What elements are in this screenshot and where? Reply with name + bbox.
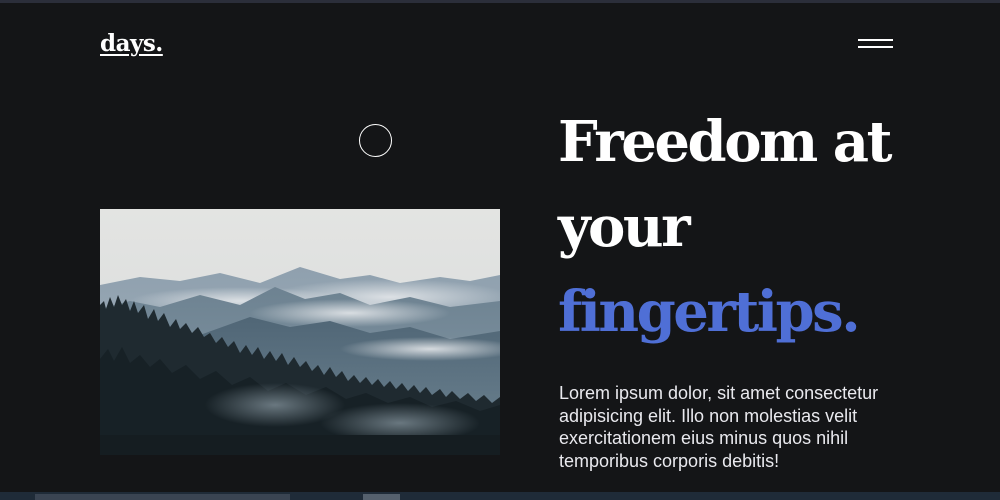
custom-cursor-circle [359, 124, 392, 157]
window-top-border [0, 0, 1000, 3]
headline-line-2: your [558, 194, 691, 260]
menu-bar-top [858, 39, 893, 41]
hero-description: Lorem ipsum dolor, sit amet consectetur … [559, 383, 879, 471]
logo-link[interactable]: days. [100, 30, 163, 57]
taskbar-item[interactable] [363, 494, 400, 500]
hero-headline: Freedom at your fingertips. [558, 100, 978, 355]
headline-line-1: Freedom at [558, 109, 892, 175]
os-taskbar-strip [0, 492, 1000, 500]
hamburger-menu-button[interactable] [856, 36, 896, 52]
taskbar-item[interactable] [35, 494, 290, 500]
hero-mountain-image [100, 209, 500, 455]
menu-bar-bottom [858, 46, 893, 48]
headline-accent: fingertips. [558, 279, 861, 345]
